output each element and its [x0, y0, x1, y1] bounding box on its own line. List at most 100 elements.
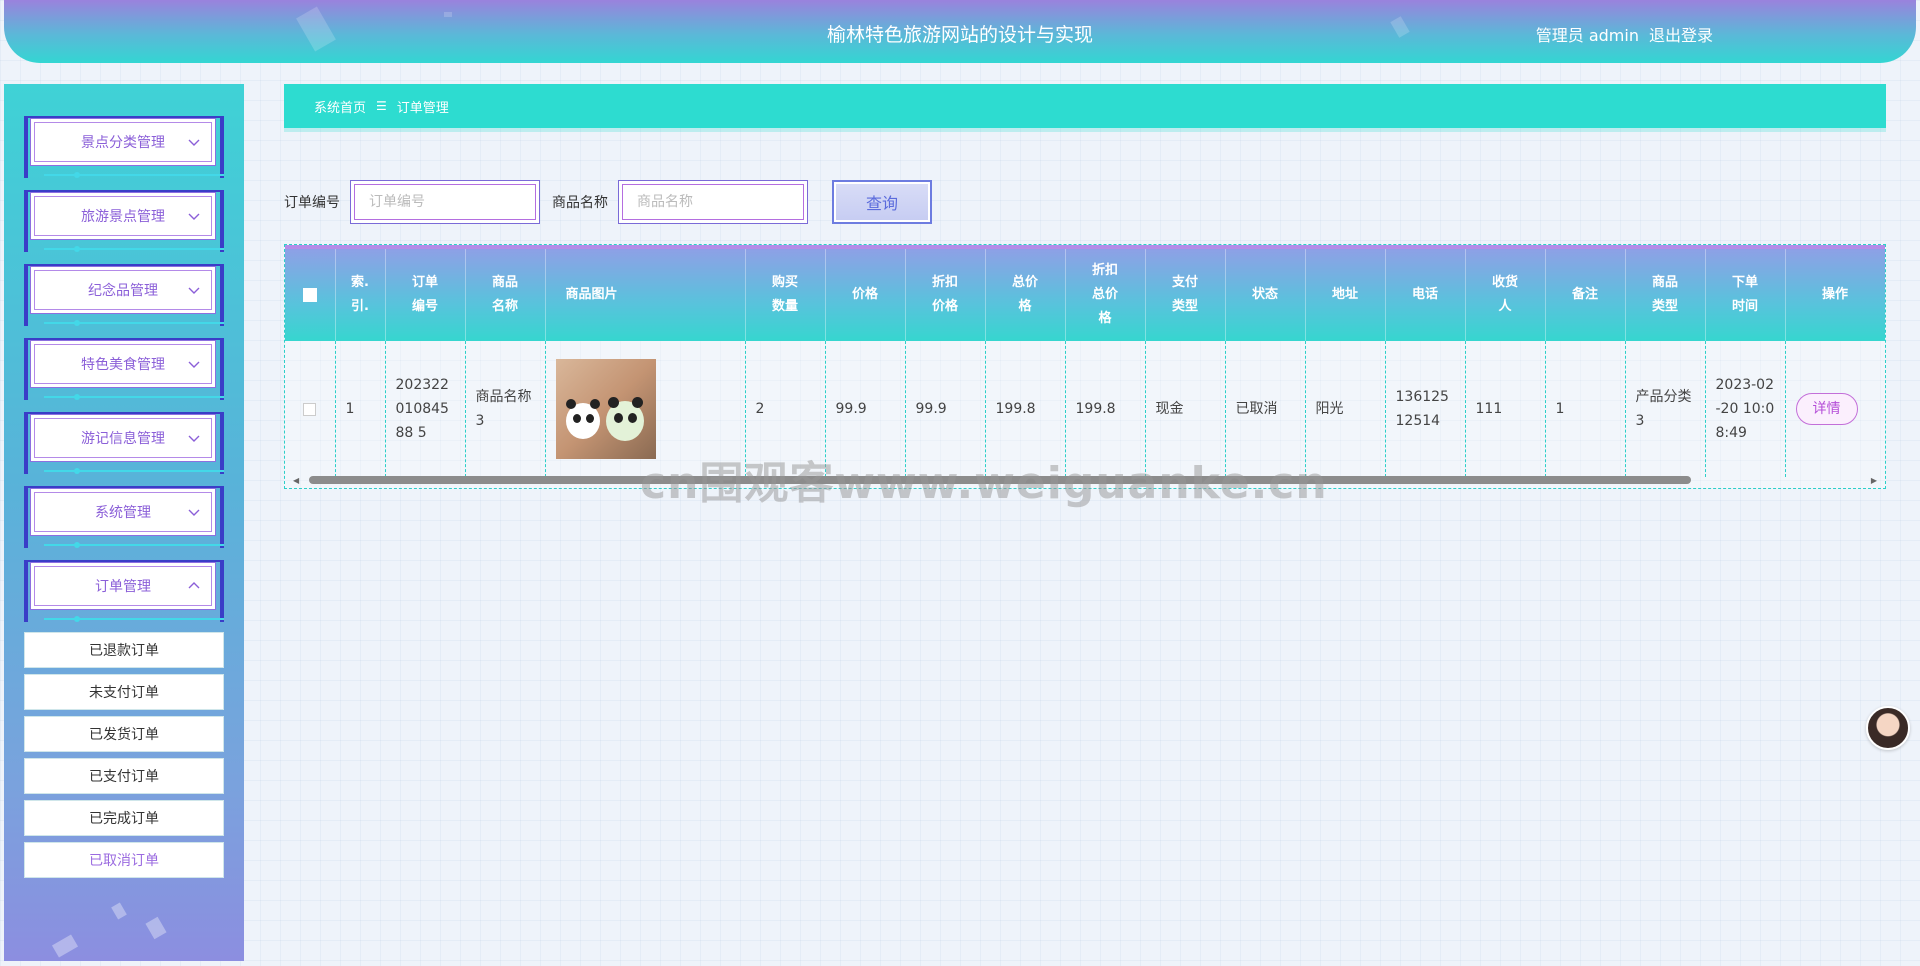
- sidebar-menu-block: 特色美食管理: [24, 338, 224, 400]
- column-header: 索. 引.: [335, 249, 386, 341]
- scroll-right-icon[interactable]: ▶: [1871, 476, 1877, 485]
- chevron-down-icon: [188, 435, 200, 442]
- breadcrumb: 系统首页 ☰ 订单管理: [284, 84, 1886, 128]
- product-name-input[interactable]: [618, 180, 808, 224]
- cell-product-type: 产品分类3: [1625, 341, 1706, 477]
- menu-frame-line: [44, 322, 224, 324]
- sidebar-decoration: [111, 902, 127, 920]
- row-checkbox[interactable]: [303, 402, 317, 416]
- select-all-header[interactable]: [285, 249, 336, 341]
- select-cell: [285, 341, 336, 477]
- panda-figure: [631, 397, 643, 408]
- current-user[interactable]: 管理员 admin: [1536, 22, 1639, 46]
- cell-receiver: 111: [1465, 341, 1546, 477]
- sidebar-submenu-item[interactable]: 已完成订单: [24, 800, 224, 836]
- scroll-left-icon[interactable]: ◀: [293, 476, 299, 485]
- header-decoration: [444, 12, 452, 17]
- table-header-row: 索. 引. 订单 编号 商品 名称 商品图片 购买 数量 价格 折扣 价格 总价格折扣 总价格支付 类型 状态…: [285, 249, 1885, 341]
- logout-link[interactable]: 退出登录: [1649, 22, 1713, 46]
- cell-order-no: 20232201084588 5: [385, 341, 466, 477]
- column-header: 电话: [1385, 249, 1466, 341]
- menu-frame-line: [44, 618, 224, 620]
- column-header: 状态: [1225, 249, 1306, 341]
- search-bar: 订单编号 商品名称 查询: [284, 178, 932, 226]
- sidebar-menu-item[interactable]: 纪念品管理: [30, 266, 216, 314]
- sidebar-menu-label: 游记信息管理: [81, 431, 165, 447]
- menu-frame-line: [44, 248, 224, 250]
- panda-figure: [585, 414, 594, 423]
- select-all-checkbox[interactable]: [302, 287, 317, 302]
- cell-remark: 1: [1545, 341, 1626, 477]
- sidebar-submenu-item[interactable]: 未支付订单: [24, 674, 224, 710]
- menu-frame-line: [44, 470, 224, 472]
- sidebar-menu-label: 系统管理: [95, 505, 151, 521]
- sidebar-menu-label: 旅游景点管理: [81, 209, 165, 225]
- product-image: [555, 359, 656, 459]
- sidebar-menu-label: 纪念品管理: [88, 283, 158, 299]
- column-header: 折扣 价格: [905, 249, 986, 341]
- column-header: 价格: [825, 249, 906, 341]
- chevron-down-icon: [188, 213, 200, 220]
- cell-order-time: 2023-02-20 10:08:49: [1705, 341, 1786, 477]
- sidebar-menu-label: 景点分类管理: [81, 135, 165, 151]
- app-header: 榆林特色旅游网站的设计与实现 管理员 admin 退出登录: [4, 0, 1916, 63]
- cell-index: 1: [335, 341, 386, 477]
- column-header: 商品 类型: [1625, 249, 1706, 341]
- search-button[interactable]: 查询: [832, 180, 932, 224]
- column-header: 商品 名称: [465, 249, 546, 341]
- breadcrumb-home[interactable]: 系统首页: [314, 97, 366, 116]
- menu-frame-dot: [74, 616, 80, 622]
- menu-frame-line: [44, 544, 224, 546]
- sidebar-menu-label: 订单管理: [95, 579, 151, 595]
- sidebar-menu-item[interactable]: 系统管理: [30, 488, 216, 536]
- orders-table: 索. 引. 订单 编号 商品 名称 商品图片 购买 数量 价格 折扣 价格 总价格折扣 总价格支付 类型 状态…: [285, 249, 1885, 477]
- breadcrumb-current: 订单管理: [396, 100, 449, 116]
- panda-figure: [607, 397, 619, 408]
- menu-frame-dot: [74, 542, 80, 548]
- sidebar-menu-block: 游记信息管理: [24, 412, 224, 474]
- panda-figure: [627, 413, 637, 423]
- sidebar-menu-block: 纪念品管理: [24, 264, 224, 326]
- watermark: cn围观客www.weiguanke.cn: [640, 458, 1328, 509]
- sidebar-menu-block: 订单管理: [24, 560, 224, 622]
- sidebar-submenu-item[interactable]: 已退款订单: [24, 632, 224, 668]
- column-header: 购买 数量: [745, 249, 826, 341]
- menu-frame-dot: [74, 246, 80, 252]
- chevron-up-icon: [188, 582, 200, 589]
- column-header: 总价格: [985, 249, 1066, 341]
- sidebar-menu-label: 特色美食管理: [81, 357, 165, 373]
- column-header: 备注: [1545, 249, 1626, 341]
- sidebar-submenu-item[interactable]: 已取消订单: [24, 842, 224, 878]
- sidebar-decoration: [145, 916, 167, 940]
- menu-frame-dot: [74, 468, 80, 474]
- sidebar-menu-item[interactable]: 游记信息管理: [30, 414, 216, 462]
- panda-figure: [613, 413, 623, 423]
- column-header: 订单 编号: [385, 249, 466, 341]
- column-header: 下单 时间: [1705, 249, 1786, 341]
- menu-frame-line: [44, 396, 224, 398]
- sidebar-menu-item[interactable]: 景点分类管理: [30, 118, 216, 166]
- menu-frame-dot: [74, 320, 80, 326]
- cell-product-name: 商品名称3: [465, 341, 546, 477]
- column-header: 收货人: [1465, 249, 1546, 341]
- sidebar-menu-item[interactable]: 订单管理: [30, 562, 216, 610]
- sidebar-submenu-item[interactable]: 已发货订单: [24, 716, 224, 752]
- menu-frame-line: [44, 174, 224, 176]
- assistant-avatar-icon[interactable]: [1866, 706, 1910, 750]
- sidebar-menu-item[interactable]: 旅游景点管理: [30, 192, 216, 240]
- chevron-down-icon: [188, 509, 200, 516]
- menu-frame-dot: [74, 394, 80, 400]
- chevron-down-icon: [188, 361, 200, 368]
- product-name-label: 商品名称: [552, 195, 608, 211]
- sidebar-submenu-item[interactable]: 已支付订单: [24, 758, 224, 794]
- user-area: 管理员 admin 退出登录: [1536, 22, 1713, 46]
- menu-frame-dot: [74, 172, 80, 178]
- detail-button[interactable]: 详情: [1795, 393, 1858, 425]
- order-no-input[interactable]: [350, 180, 540, 224]
- cell-phone: 13612512514: [1385, 341, 1466, 477]
- chevron-down-icon: [188, 139, 200, 146]
- sidebar-menu-item[interactable]: 特色美食管理: [30, 340, 216, 388]
- column-header: 操作: [1785, 249, 1885, 341]
- sidebar-decoration: [51, 934, 79, 958]
- column-header: 支付 类型: [1145, 249, 1226, 341]
